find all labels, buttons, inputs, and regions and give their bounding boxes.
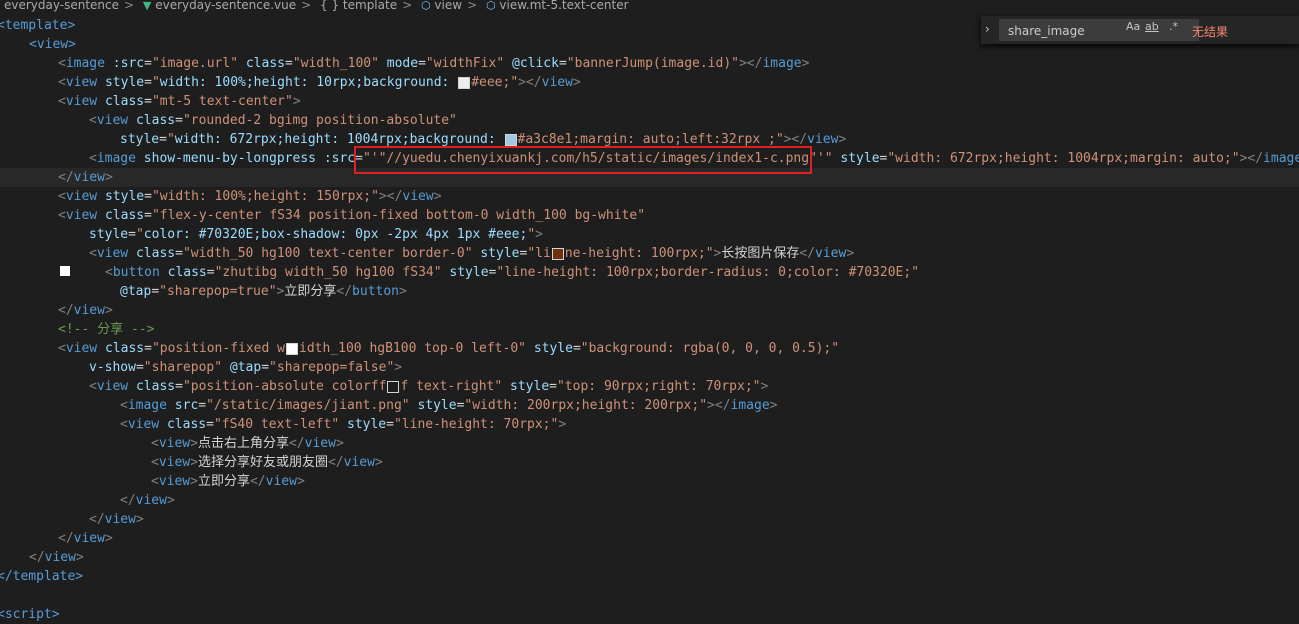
code-line: <view class="rounded-2 bgimg position-ab… — [89, 113, 457, 128]
code-line: <view style="width: 100%;height: 150rpx;… — [58, 189, 442, 204]
code-line: <view class="position-fixed w idth_100 hg… — [58, 341, 840, 356]
code-line: <image src="/static/images/jiant.png" st… — [120, 398, 778, 413]
regex-icon[interactable]: .* — [1169, 20, 1178, 33]
code-line: <view>点击右上角分享</view> — [151, 436, 344, 451]
code-line: <!-- 分享 --> — [58, 322, 155, 337]
breadcrumb-template[interactable]: { } template — [320, 0, 397, 11]
code-line: style="color: #70320E;box-shadow: 0px -2… — [89, 227, 543, 242]
code-line: </view> — [120, 493, 175, 508]
code-line: <view class="flex-y-center fS34 position… — [58, 208, 646, 223]
code-line: @tap="sharepop=true">立即分享</button> — [120, 284, 407, 299]
code-line: <view class="width_50 hg100 text-center … — [89, 246, 855, 261]
breadcrumb-view[interactable]: view — [434, 0, 462, 11]
color-swatch[interactable] — [551, 247, 564, 260]
color-swatch[interactable] — [458, 76, 471, 89]
vue-file-icon: ▼ — [142, 0, 152, 12]
code-line: <button class="zhutibg width_50 hg100 fS… — [105, 265, 920, 280]
code-line: <view class="mt-5 text-center"> — [58, 94, 301, 109]
color-swatch[interactable] — [504, 133, 517, 146]
gutter-marker — [60, 266, 70, 276]
whole-word-icon[interactable]: ab — [1145, 20, 1159, 33]
code-line: </view> — [58, 303, 113, 318]
breadcrumb-view-class[interactable]: view.mt-5.text-center — [499, 0, 628, 11]
highlight-annotation — [354, 146, 812, 174]
chevron-right-icon[interactable]: › — [985, 22, 990, 36]
code-line: <view class="position-absolute colorff f … — [89, 379, 769, 394]
code-line: </template> — [0, 569, 84, 584]
find-input[interactable] — [1006, 22, 1120, 40]
code-line: </view> — [29, 550, 84, 565]
code-line: <view> — [29, 37, 76, 52]
code-line: </view> — [58, 170, 113, 185]
code-line: <template> — [0, 18, 76, 33]
find-widget: › Aa ab .* 无结果 — [981, 16, 1299, 44]
code-line: <image :src="image.url" class="width_100… — [58, 56, 810, 71]
symbol-icon: ⬡ — [485, 0, 496, 12]
match-case-icon[interactable]: Aa — [1126, 20, 1140, 33]
symbol-icon: ⬡ — [420, 0, 431, 12]
breadcrumb-folder[interactable]: everyday-sentence — [4, 0, 119, 11]
code-line: <script> — [0, 607, 60, 622]
find-result-text: 无结果 — [1192, 25, 1229, 39]
breadcrumb: everyday-sentence > ▼ everyday-sentence.v… — [4, 0, 629, 12]
code-line: v-show="sharepop" @tap="sharepop=false"> — [89, 360, 403, 375]
color-swatch[interactable] — [286, 342, 298, 355]
code-line: <view>立即分享</view> — [151, 474, 305, 489]
code-line: </view> — [89, 512, 144, 527]
code-line: <view class="fS40 text-left" style="line… — [120, 417, 567, 432]
code-line: <view>选择分享好友或朋友圈</view> — [151, 455, 383, 470]
code-line: <view style="width: 100%;height: 10rpx;b… — [58, 75, 581, 90]
code-line: </view> — [58, 531, 113, 546]
breadcrumb-file[interactable]: everyday-sentence.vue — [155, 0, 296, 11]
color-swatch[interactable] — [387, 380, 400, 393]
